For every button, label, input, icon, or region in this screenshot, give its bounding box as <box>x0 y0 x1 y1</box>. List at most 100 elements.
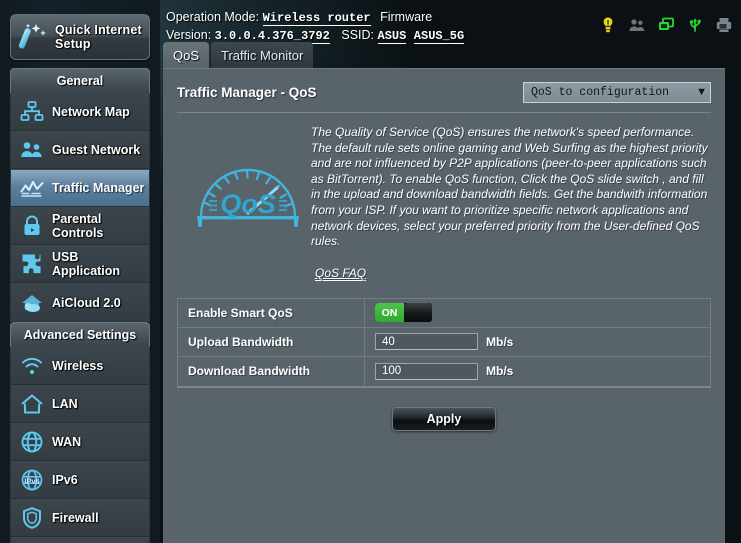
magic-wand-icon <box>18 23 46 49</box>
shield-icon <box>23 507 41 529</box>
qos-speedometer-icon: QoS <box>197 168 299 227</box>
printer-icon[interactable] <box>715 16 733 34</box>
header-divider <box>177 112 711 113</box>
main-panel: Traffic Manager - QoS QoS to configurati… <box>163 68 725 543</box>
sidebar-item-label: Network Map <box>52 105 130 119</box>
table-row: Enable Smart QoS ON <box>178 298 710 328</box>
sidebar-item-administration[interactable]: Administration <box>11 537 149 543</box>
apply-button-row: Apply <box>177 406 711 431</box>
sidebar-item-guest-network[interactable]: Guest Network <box>11 131 149 169</box>
sidebar-item-lan[interactable]: LAN <box>11 385 149 423</box>
gauge-container: QoS <box>177 125 307 240</box>
status-icon-bar <box>599 16 733 34</box>
house-icon <box>21 394 43 414</box>
sidebar-group-advanced: Advanced Settings Wireless LAN WAN IPv6 … <box>10 322 150 543</box>
sidebar-group-general-list: Network Map Guest Network Traffic Manage… <box>10 93 150 322</box>
operation-mode-value[interactable]: Wireless router <box>262 11 371 26</box>
sidebar-item-parental-controls[interactable]: Parental Controls <box>11 207 149 245</box>
sidebar-item-label: WAN <box>52 435 82 449</box>
sidebar-item-label: IPv6 <box>52 473 78 487</box>
alert-bulb-icon[interactable] <box>599 16 617 34</box>
table-row: Upload Bandwidth 40 Mb/s <box>178 327 710 357</box>
sidebar-group-advanced-title: Advanced Settings <box>23 328 137 342</box>
router-admin-window: Quick Internet Setup General Network Map… <box>0 0 741 543</box>
screens-icon[interactable] <box>657 16 675 34</box>
quick-internet-setup-label: Quick Internet Setup <box>55 23 142 51</box>
sidebar-item-label: Firewall <box>52 511 99 525</box>
sidebar-item-firewall[interactable]: Firewall <box>11 499 149 537</box>
download-bandwidth-label: Download Bandwidth <box>178 356 365 386</box>
tab-qos-label: QoS <box>173 47 200 63</box>
tab-traffic-monitor-label: Traffic Monitor <box>221 47 304 63</box>
ssid-1-value[interactable]: ASUS <box>377 29 407 44</box>
qos-mode-select[interactable]: QoS to configuration ▼ <box>523 81 711 103</box>
ipv6-globe-icon: IPv6 <box>21 469 43 491</box>
sidebar-group-general: General Network Map Guest Network Traffi… <box>10 68 150 322</box>
operation-mode-line: Operation Mode: Wireless router Firmware <box>166 9 596 27</box>
sidebar-item-ipv6[interactable]: IPv6 IPv6 <box>11 461 149 499</box>
toggle-knob[interactable] <box>404 303 432 323</box>
upload-bandwidth-cell: 40 Mb/s <box>365 328 710 356</box>
download-bandwidth-input[interactable]: 100 <box>375 362 478 380</box>
panel-header: Traffic Manager - QoS QoS to configurati… <box>177 79 711 105</box>
network-map-icon <box>20 101 44 121</box>
quick-internet-setup-button[interactable]: Quick Internet Setup <box>10 14 150 60</box>
upload-bandwidth-input[interactable]: 40 <box>375 333 478 351</box>
enable-smart-qos-label: Enable Smart QoS <box>178 298 365 327</box>
table-row: Download Bandwidth 100 Mb/s <box>178 356 710 386</box>
sidebar-item-wireless[interactable]: Wireless <box>11 347 149 385</box>
enable-smart-qos-cell: ON <box>365 299 710 327</box>
svg-text:IPv6: IPv6 <box>24 476 39 485</box>
svg-text:QoS: QoS <box>220 189 276 219</box>
lock-icon <box>24 215 40 235</box>
upload-bandwidth-unit: Mb/s <box>486 334 514 349</box>
qos-description: The Quality of Service (QoS) ensures the… <box>311 125 708 249</box>
sidebar-item-label: USB Application <box>52 250 121 278</box>
chevron-down-icon: ▼ <box>698 85 705 99</box>
sidebar-item-label: Parental Controls <box>52 212 104 240</box>
tab-traffic-monitor[interactable]: Traffic Monitor <box>211 42 314 68</box>
ssid-label: SSID: <box>341 28 375 42</box>
traffic-manager-icon <box>20 181 44 197</box>
sidebar-item-usb-application[interactable]: USB Application <box>11 245 149 283</box>
enable-smart-qos-toggle[interactable]: ON <box>375 303 432 323</box>
download-bandwidth-unit: Mb/s <box>486 364 514 379</box>
sidebar-item-label: Traffic Manager <box>52 181 145 195</box>
toggle-on-label: ON <box>375 303 404 323</box>
cloud-house-icon <box>22 294 42 312</box>
guest-network-icon <box>21 142 42 157</box>
intro-text-block: The Quality of Service (QoS) ensures the… <box>307 125 711 282</box>
page-title: Traffic Manager - QoS <box>177 84 317 100</box>
operation-mode-label: Operation Mode: <box>166 10 260 24</box>
apply-button[interactable]: Apply <box>392 406 496 431</box>
sidebar-item-label: Guest Network <box>52 143 141 157</box>
download-bandwidth-cell: 100 Mb/s <box>365 357 710 386</box>
firmware-label-part1: Firmware <box>380 10 433 24</box>
qos-settings-table: Enable Smart QoS ON Upload Bandwidth 40 … <box>177 297 711 388</box>
wifi-icon <box>22 357 42 375</box>
sidebar-group-general-header: General <box>10 68 150 93</box>
qos-mode-select-value: QoS to configuration <box>531 85 670 99</box>
sidebar-item-wan[interactable]: WAN <box>11 423 149 461</box>
users-icon[interactable] <box>628 16 646 34</box>
usb-icon[interactable] <box>686 16 704 34</box>
qos-faq-link[interactable]: QoS FAQ <box>315 266 367 281</box>
sidebar: Quick Internet Setup General Network Map… <box>0 0 160 543</box>
firmware-version-label: Version: <box>166 28 212 42</box>
sidebar-item-network-map[interactable]: Network Map <box>11 93 149 131</box>
sidebar-item-aicloud[interactable]: AiCloud 2.0 <box>11 283 149 321</box>
sidebar-item-label: LAN <box>52 397 78 411</box>
sidebar-item-traffic-manager[interactable]: Traffic Manager <box>11 169 149 207</box>
sidebar-item-label: AiCloud 2.0 <box>52 295 121 310</box>
puzzle-icon <box>22 254 41 274</box>
ssid-2-value[interactable]: ASUS_5G <box>413 29 465 44</box>
upload-bandwidth-label: Upload Bandwidth <box>178 327 365 356</box>
intro-section: QoS The Quality of Service (QoS) ensures… <box>177 125 711 282</box>
tab-qos[interactable]: QoS <box>163 42 210 68</box>
sidebar-group-general-title: General <box>56 74 104 88</box>
header-info: Operation Mode: Wireless router Firmware… <box>166 9 596 45</box>
sidebar-group-advanced-list: Wireless LAN WAN IPv6 IPv6 Firewall <box>10 347 150 543</box>
sidebar-item-label: Wireless <box>52 359 104 373</box>
tab-bar: QoS Traffic Monitor <box>163 42 314 68</box>
globe-icon <box>21 431 43 453</box>
